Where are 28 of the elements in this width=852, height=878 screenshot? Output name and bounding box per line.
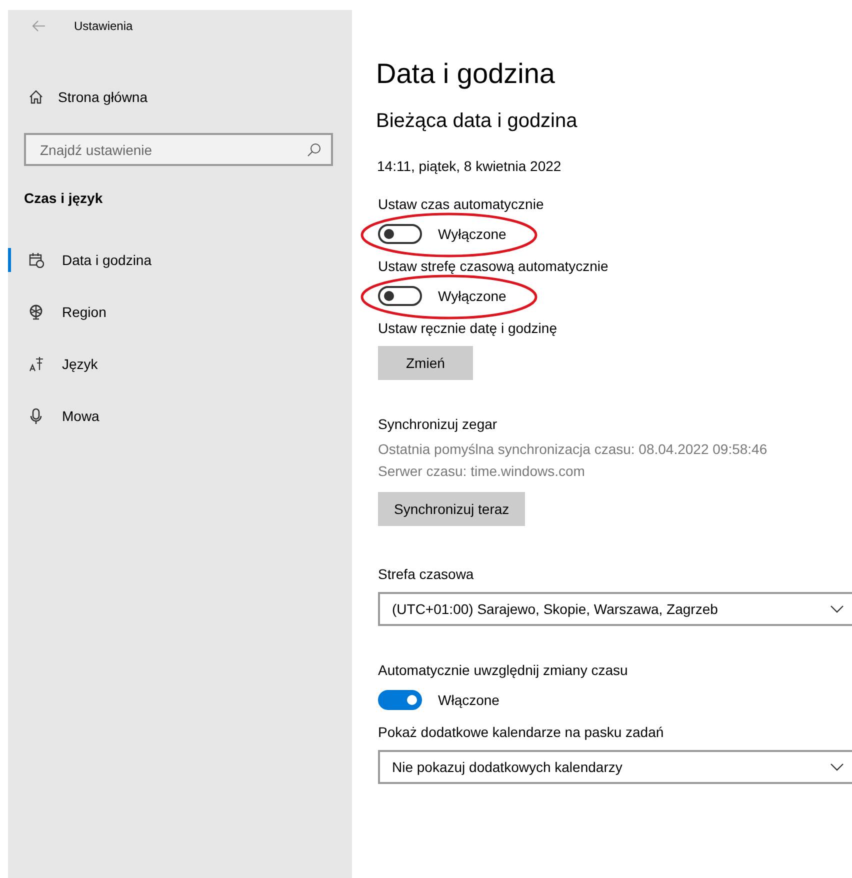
dropdown[interactable]: Nie pokazuj dodatkowych kalendarzy — [378, 750, 852, 784]
sidebar-item[interactable]: Data i godzina — [8, 248, 352, 272]
page-title: Data i godzina — [376, 58, 556, 90]
setting-label: Ustaw czas automatycznie — [378, 196, 544, 212]
setting-label: Automatycznie uwzględnij zmiany czasu — [378, 662, 628, 678]
current-date-time: 14:11, piątek, 8 kwietnia 2022 — [376, 158, 562, 174]
setting-label: Pokaż dodatkowe kalendarze na pasku zadań — [378, 724, 664, 740]
sync-info-text: Ostatnia pomyślna synchronizacja czasu: 08.04.2022 09:58:46 — [378, 440, 768, 459]
sync-info-text: Serwer czasu: time.windows.com — [378, 462, 586, 481]
sidebar-item[interactable]: Język — [8, 352, 352, 376]
section-heading: Czas i język — [23, 190, 104, 206]
toggle-state: Wyłączone — [438, 288, 506, 304]
dropdown[interactable]: (UTC+01:00) Sarajewo, Skopie, Warszawa, Zagrzeb — [378, 592, 852, 626]
search-field[interactable]: Znajdź ustawienie — [24, 133, 333, 166]
setting-label: Synchronizuj zegar — [378, 416, 498, 432]
search-input[interactable]: Znajdź ustawienie — [38, 140, 307, 158]
section-heading: Bieżąca data i godzina — [376, 110, 578, 133]
change-button[interactable]: Zmień — [378, 346, 473, 380]
sidebar-item[interactable]: Region — [8, 300, 352, 324]
setting-label: Ustaw strefę czasową automatycznie — [378, 258, 608, 274]
setting-label: Strefa czasowa — [378, 566, 474, 582]
home-link[interactable]: Strona główna — [8, 85, 352, 109]
sync-now-button[interactable]: Synchronizuj teraz — [378, 492, 526, 526]
setting-label: Ustaw ręcznie datę i godzinę — [378, 320, 557, 336]
toggle-state: Wyłączone — [438, 226, 506, 242]
toggle-state: Włączone — [438, 692, 500, 708]
sidebar-item[interactable]: Mowa — [8, 404, 352, 428]
window-title: Ustawienia — [74, 19, 133, 33]
